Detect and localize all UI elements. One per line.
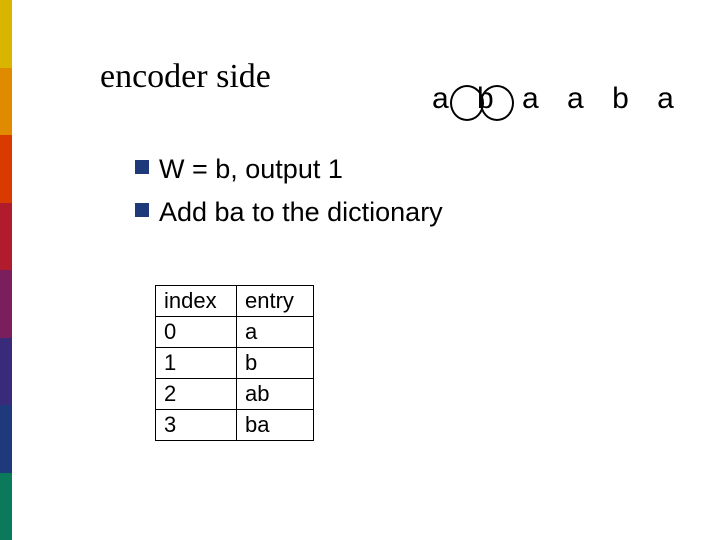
cell-entry: b — [237, 348, 314, 379]
bullet-icon — [135, 203, 149, 217]
col-header-entry: entry — [237, 286, 314, 317]
bullet-text: W = b, output 1 — [159, 150, 343, 189]
accent-seg — [0, 203, 12, 271]
bullet-text: Add ba to the dictionary — [159, 193, 443, 232]
col-header-index: index — [156, 286, 237, 317]
circle-annotation — [450, 85, 484, 121]
accent-seg — [0, 338, 12, 406]
accent-seg — [0, 473, 12, 540]
bullet-icon — [135, 160, 149, 174]
circle-annotation — [480, 85, 514, 121]
accent-seg — [0, 270, 12, 338]
cell-index: 1 — [156, 348, 237, 379]
cell-index: 3 — [156, 410, 237, 441]
table-row: 1 b — [156, 348, 314, 379]
accent-seg — [0, 405, 12, 473]
left-accent-bar — [0, 0, 12, 540]
table-row: 0 a — [156, 317, 314, 348]
page-title: encoder side — [100, 58, 271, 96]
list-item: W = b, output 1 — [135, 150, 443, 189]
dictionary-table: index entry 0 a 1 b 2 ab 3 ba — [155, 285, 314, 441]
accent-seg — [0, 68, 12, 136]
cell-index: 0 — [156, 317, 237, 348]
table-row: 2 ab — [156, 379, 314, 410]
cell-index: 2 — [156, 379, 237, 410]
accent-seg — [0, 135, 12, 203]
cell-entry: ab — [237, 379, 314, 410]
accent-seg — [0, 0, 12, 68]
cell-entry: ba — [237, 410, 314, 441]
bullet-list: W = b, output 1 Add ba to the dictionary — [135, 150, 443, 236]
list-item: Add ba to the dictionary — [135, 193, 443, 232]
cell-entry: a — [237, 317, 314, 348]
table-row: 3 ba — [156, 410, 314, 441]
table-header-row: index entry — [156, 286, 314, 317]
